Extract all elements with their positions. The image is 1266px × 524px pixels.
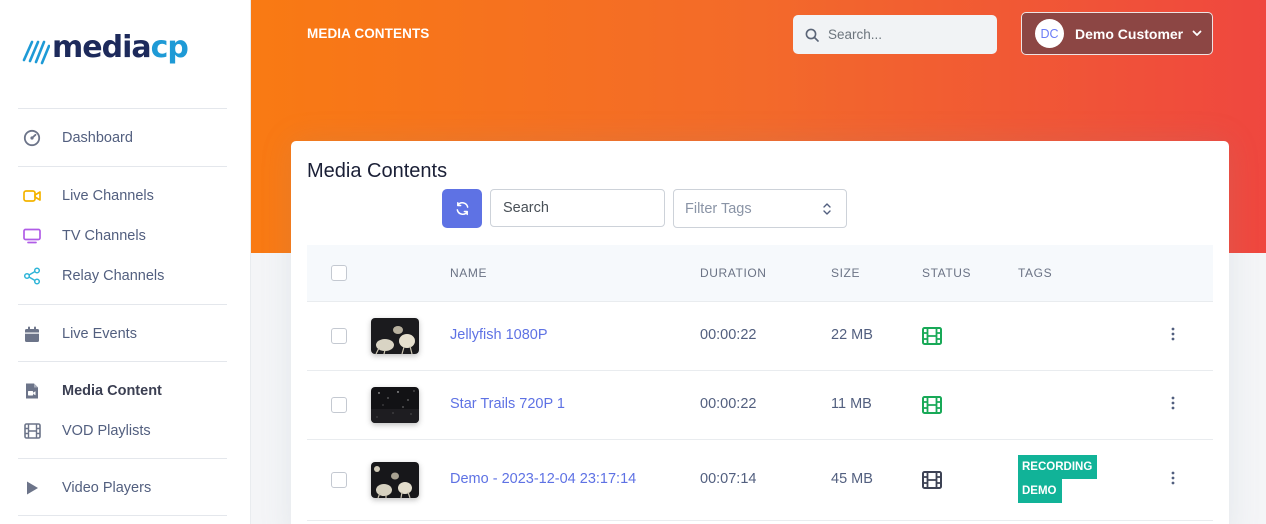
media-thumbnail[interactable]	[371, 387, 419, 423]
sidebar-item-label: TV Channels	[62, 228, 146, 244]
tag-badge-recording[interactable]: RECORDING	[1018, 455, 1098, 479]
logo-text-media: media	[52, 30, 152, 65]
sidebar-divider	[18, 166, 227, 167]
chevron-down-icon	[1192, 30, 1202, 37]
media-search-field[interactable]	[490, 189, 665, 227]
sidebar-item-media-content[interactable]: Media Content	[22, 377, 162, 405]
column-name[interactable]: NAME	[450, 266, 487, 280]
refresh-icon	[456, 201, 468, 216]
tv-icon	[22, 226, 42, 246]
row-actions-icon[interactable]	[1170, 396, 1176, 410]
media-name-link[interactable]: Demo - 2023-12-04 23:17:14	[450, 471, 636, 487]
sidebar: mediacp Dashboard Live Channels TV Chann…	[0, 0, 251, 524]
logo-waves-icon	[22, 40, 50, 65]
media-size: 22 MB	[831, 327, 873, 343]
sidebar-item-label: Video Players	[62, 480, 152, 496]
media-size: 45 MB	[831, 471, 873, 487]
media-name-link[interactable]: Jellyfish 1080P	[450, 327, 548, 343]
media-thumbnail[interactable]	[371, 318, 419, 354]
sidebar-item-relay-channels[interactable]: Relay Channels	[22, 262, 164, 290]
table-row[interactable]: Star Trails 720P 1 00:00:22 11 MB	[307, 371, 1213, 440]
refresh-button[interactable]	[442, 189, 482, 228]
sidebar-item-tv-channels[interactable]: TV Channels	[22, 222, 146, 250]
media-thumbnail[interactable]	[371, 462, 419, 498]
film-icon	[22, 421, 42, 441]
media-size: 11 MB	[831, 396, 872, 412]
table-row[interactable]: Demo - 2023-12-04 23:17:14 00:07:14 45 M…	[307, 440, 1213, 521]
media-duration: 00:07:14	[700, 471, 757, 487]
filter-tags-select[interactable]: Filter Tags	[673, 189, 847, 228]
select-updown-icon	[822, 201, 832, 221]
table-header: NAME DURATION SIZE STATUS TAGS	[307, 245, 1213, 302]
table-row[interactable]: Jellyfish 1080P 00:00:22 22 MB	[307, 302, 1213, 371]
row-actions-icon[interactable]	[1170, 327, 1176, 341]
video-camera-icon	[22, 186, 42, 206]
column-duration[interactable]: DURATION	[700, 266, 767, 280]
row-checkbox[interactable]	[331, 472, 347, 488]
filter-tags-placeholder: Filter Tags	[685, 200, 752, 217]
film-status-icon	[922, 327, 942, 345]
sidebar-item-live-channels[interactable]: Live Channels	[22, 182, 154, 210]
media-search-input[interactable]	[503, 200, 653, 216]
sidebar-divider	[18, 515, 227, 516]
sidebar-item-label: VOD Playlists	[62, 423, 151, 439]
media-name-link[interactable]: Star Trails 720P 1	[450, 396, 565, 412]
column-tags[interactable]: TAGS	[1018, 266, 1052, 280]
film-status-icon	[922, 396, 942, 414]
dashboard-gauge-icon	[22, 128, 42, 148]
sidebar-divider	[18, 458, 227, 459]
media-duration: 00:00:22	[700, 327, 757, 343]
sidebar-divider	[18, 304, 227, 305]
card-title: Media Contents	[307, 160, 448, 182]
page-title: MEDIA CONTENTS	[307, 26, 430, 41]
sidebar-item-video-players[interactable]: Video Players	[22, 474, 151, 502]
global-search[interactable]	[793, 15, 997, 54]
calendar-icon	[22, 324, 42, 344]
sidebar-item-label: Relay Channels	[62, 268, 165, 284]
sidebar-item-label: Media Content	[62, 383, 162, 399]
sidebar-item-live-events[interactable]: Live Events	[22, 320, 137, 348]
sidebar-item-vod-playlists[interactable]: VOD Playlists	[22, 417, 151, 445]
user-name: Demo Customer	[1075, 25, 1184, 42]
row-checkbox[interactable]	[331, 328, 347, 344]
avatar: DC	[1035, 19, 1064, 48]
column-status[interactable]: STATUS	[922, 266, 971, 280]
tag-badge-demo[interactable]: DEMO	[1018, 479, 1062, 503]
media-duration: 00:00:22	[700, 396, 757, 412]
search-icon	[805, 28, 819, 42]
mediacp-logo[interactable]: mediacp	[22, 28, 189, 68]
row-actions-icon[interactable]	[1170, 471, 1176, 485]
sidebar-divider	[18, 361, 227, 362]
media-table: NAME DURATION SIZE STATUS TAGS Jellyfish…	[307, 245, 1213, 521]
play-icon	[22, 478, 42, 498]
sidebar-item-dashboard[interactable]: Dashboard	[22, 124, 133, 152]
media-contents-card: Media Contents Filter Tags NAME DURATION…	[291, 141, 1229, 524]
share-nodes-icon	[22, 266, 42, 286]
sidebar-item-label: Live Events	[62, 326, 137, 342]
column-size[interactable]: SIZE	[831, 266, 860, 280]
global-search-input[interactable]	[828, 27, 978, 42]
logo-text-cp: cp	[150, 30, 189, 65]
select-all-checkbox[interactable]	[331, 265, 347, 281]
row-checkbox[interactable]	[331, 397, 347, 413]
sidebar-item-label: Live Channels	[62, 188, 154, 204]
user-menu-button[interactable]: DC Demo Customer	[1021, 12, 1213, 55]
sidebar-item-label: Dashboard	[62, 130, 133, 146]
film-status-icon	[922, 471, 942, 489]
sidebar-divider	[18, 108, 227, 109]
file-video-icon	[22, 381, 42, 401]
